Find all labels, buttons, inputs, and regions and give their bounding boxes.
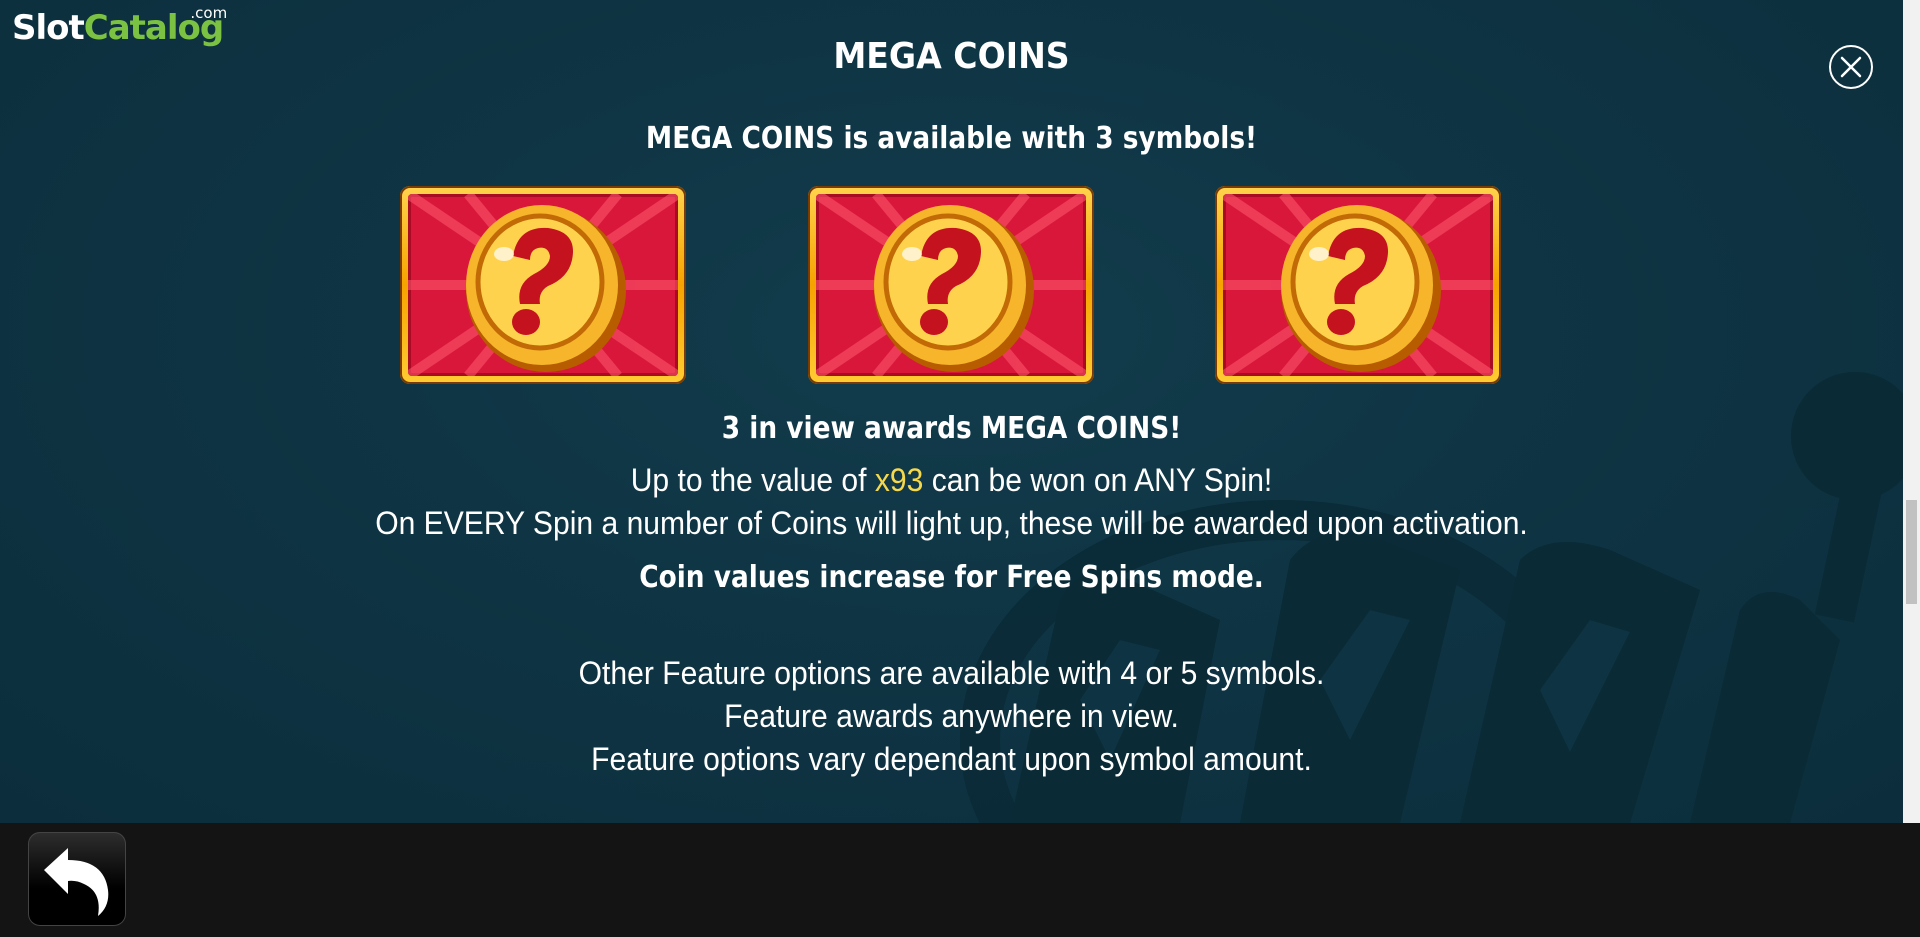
value-multiplier: x93: [874, 462, 924, 498]
mega-coin-symbol-2: [808, 186, 1094, 384]
back-button[interactable]: [28, 832, 126, 926]
anywhere-line: Feature awards anywhere in view.: [724, 698, 1179, 734]
other-options-line: Other Feature options are available with…: [578, 655, 1325, 691]
symbol-row: [400, 186, 1504, 384]
mega-coin-symbol-1: [400, 186, 686, 384]
back-arrow-icon: [44, 848, 109, 916]
close-button[interactable]: [1829, 45, 1873, 89]
mega-coin-question-icon: [408, 194, 678, 376]
logo-com-text: .com: [190, 4, 228, 22]
mega-coin-symbol-3: [1215, 186, 1501, 384]
close-icon: [1840, 56, 1862, 78]
feature-subtitle: MEGA COINS is available with 3 symbols!: [645, 121, 1258, 156]
scrollbar[interactable]: [1903, 0, 1920, 823]
value-line: Up to the value of x93 can be won on ANY…: [57, 462, 1846, 499]
every-spin-line: On EVERY Spin a number of Coins will lig…: [375, 505, 1528, 541]
vary-line: Feature options vary dependant upon symb…: [591, 741, 1312, 777]
scrollbar-thumb[interactable]: [1906, 500, 1917, 604]
mega-coin-question-icon: [1223, 194, 1493, 376]
award-line: 3 in view awards MEGA COINS!: [721, 411, 1182, 446]
mega-coin-question-icon: [816, 194, 1086, 376]
paytable-page: SlotCatalog .com MEGA COINS MEGA COINS i…: [0, 0, 1903, 823]
value-suffix: can be won on ANY Spin!: [923, 462, 1273, 498]
page-title: MEGA COINS: [833, 36, 1070, 77]
free-spins-line: Coin values increase for Free Spins mode…: [639, 560, 1264, 595]
value-prefix: Up to the value of: [630, 462, 875, 498]
bottom-bar: [0, 823, 1920, 937]
logo-slot-text: Slot: [12, 8, 85, 48]
